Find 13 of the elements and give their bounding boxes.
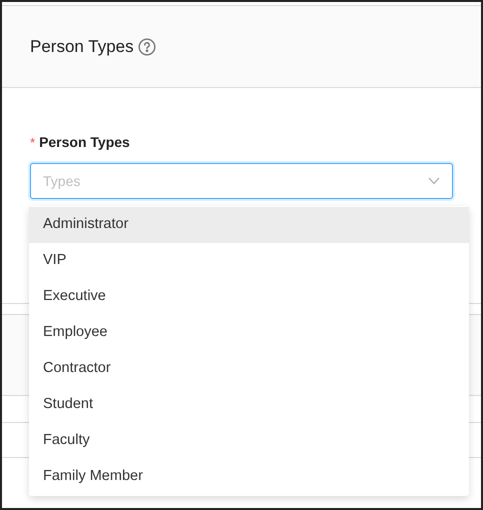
chevron-down-icon [428, 177, 440, 185]
dropdown-option[interactable]: Student [29, 387, 469, 423]
help-icon [138, 38, 156, 56]
dropdown-option[interactable]: Administrator [29, 207, 469, 243]
dropdown-option[interactable]: Faculty [29, 423, 469, 459]
required-mark: * [30, 134, 36, 152]
dropdown-option[interactable]: Employee [29, 315, 469, 351]
dropdown-option[interactable]: Contractor [29, 351, 469, 387]
section-title: Person Types [30, 36, 134, 58]
dropdown-option[interactable]: VIP [29, 243, 469, 279]
dropdown-option[interactable]: Executive [29, 279, 469, 315]
field-label: Person Types [39, 133, 130, 152]
dropdown-option[interactable]: Family Member [29, 459, 469, 495]
